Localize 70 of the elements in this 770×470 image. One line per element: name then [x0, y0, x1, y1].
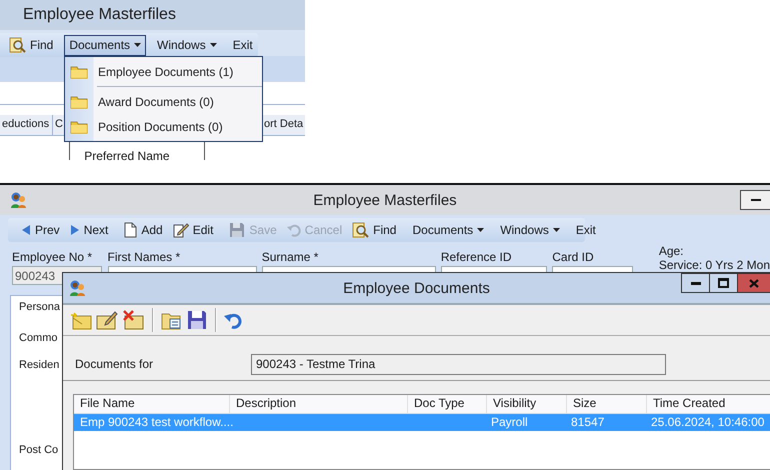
people-icon [10, 191, 28, 209]
close-button[interactable] [737, 273, 770, 293]
table-cell-text: Emp 900243 test workflow.... [79, 414, 230, 431]
age-label: Age: [658, 244, 685, 258]
field-label: Documents for [75, 357, 154, 371]
field-label: Persona [19, 301, 60, 313]
column-header[interactable]: Doc Type [408, 395, 487, 413]
field-label: Preferred Name [83, 148, 171, 163]
window-title: Employee Masterfiles [313, 192, 457, 208]
service-label: Service: 0 Yrs 2 Mon [658, 258, 770, 272]
left-arrow-icon [21, 224, 31, 236]
field-label: Reference ID [440, 250, 513, 264]
save-icon[interactable] [185, 310, 209, 330]
close-icon [749, 278, 759, 288]
value-field: 900243 - Testme Trina [251, 354, 666, 374]
field-label: Residen [19, 359, 60, 371]
undo-icon [286, 223, 301, 237]
column-header[interactable]: File Name [74, 395, 230, 413]
page-pencil-icon [172, 222, 189, 238]
caret-icon [552, 228, 560, 232]
undo-icon[interactable] [222, 311, 244, 329]
table-cell-text: 81547 [570, 414, 606, 431]
table-cell-text: Payroll [490, 414, 529, 431]
save-icon [229, 222, 246, 238]
menu-item[interactable]: Position Documents (0) [65, 114, 262, 139]
field-label: First Names * [108, 250, 182, 264]
envelope-pencil-icon[interactable] [94, 310, 120, 330]
window-title: Employee Masterfiles [23, 7, 176, 23]
field-label: Commo [19, 332, 58, 344]
caret-icon [477, 228, 484, 232]
column-header[interactable]: Time Created [647, 395, 770, 413]
column-header[interactable]: Visibility [487, 395, 567, 413]
toolbar-button[interactable]: Find [347, 220, 402, 240]
toolbar-button[interactable]: Add [119, 220, 168, 240]
tab[interactable]: eductions [0, 115, 53, 135]
toolbar-button[interactable]: Next [64, 220, 114, 240]
minimize-button[interactable] [681, 273, 709, 293]
caret-icon [210, 43, 217, 47]
magnifier-document-icon [9, 36, 26, 54]
menu-item[interactable]: Award Documents (0) [65, 89, 262, 114]
dropdown-button[interactable]: Windows [495, 220, 565, 240]
column-header[interactable]: Size [567, 395, 647, 413]
new-document-icon[interactable] [68, 310, 94, 330]
toolbar-button[interactable]: Exit [570, 220, 601, 240]
minimize-button[interactable] [740, 190, 770, 210]
toolbar-button[interactable]: Edit [168, 220, 218, 240]
toolbar-button[interactable]: Exit [228, 34, 258, 56]
dropdown-button[interactable]: Windows [152, 34, 222, 56]
column-header[interactable]: Description [230, 395, 408, 413]
window-title: Employee Documents [343, 280, 490, 296]
toolbar-button[interactable]: Prev [16, 220, 65, 240]
dropdown-button[interactable]: Documents [407, 220, 490, 240]
dropdown-button[interactable]: Documents [64, 34, 146, 56]
caret-icon [134, 43, 142, 47]
right-arrow-icon [70, 224, 80, 236]
folder-icon [70, 120, 88, 134]
field-label: Employee No * [12, 250, 94, 264]
tab[interactable]: ort Deta [263, 115, 305, 135]
table-cell-text: 25.06.2024, 10:46:00 [650, 414, 766, 431]
magnifier-document-icon [352, 222, 370, 238]
people-icon [69, 279, 87, 297]
field-label: Post Co [19, 444, 58, 456]
toolbar-button[interactable]: Find [4, 34, 58, 56]
maximize-button[interactable] [709, 273, 737, 293]
envelope-delete-icon[interactable] [120, 310, 146, 330]
page-icon [124, 222, 138, 238]
field-label: Card ID [552, 250, 595, 264]
field-label: Surname * [262, 250, 320, 264]
folder-icon [70, 94, 88, 108]
folder-icon [70, 64, 88, 78]
